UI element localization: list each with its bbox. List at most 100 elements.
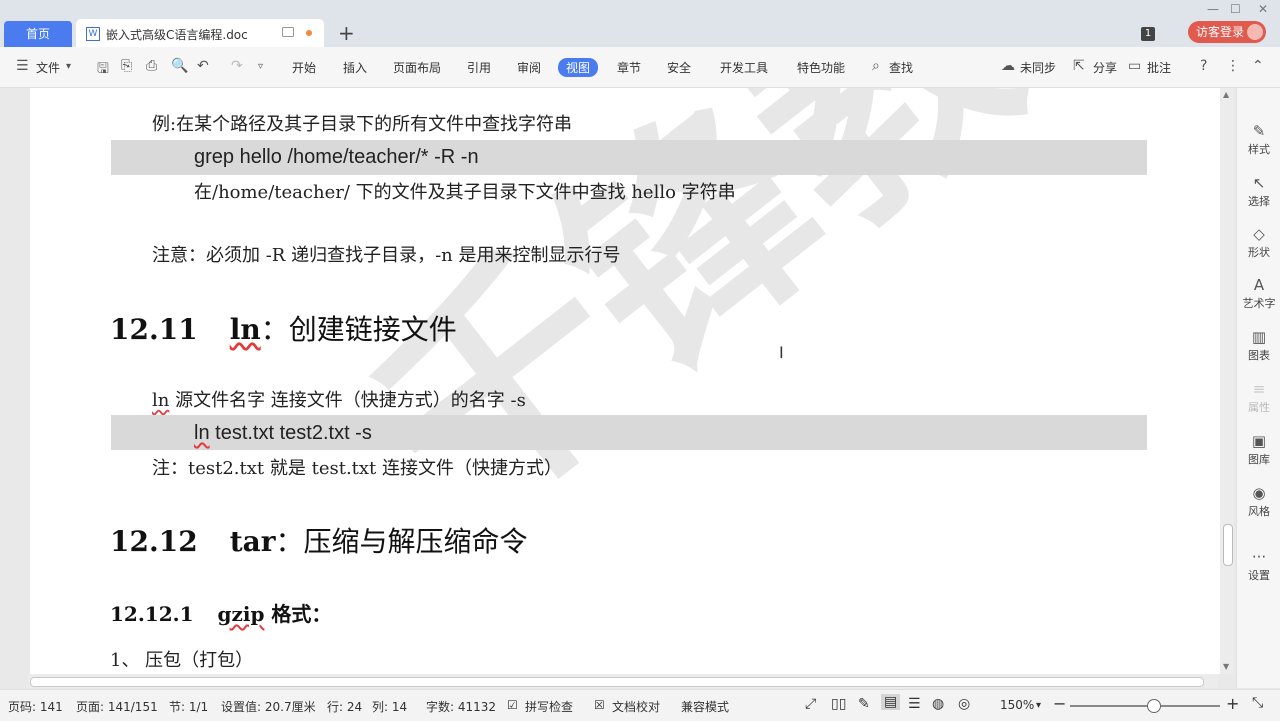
properties-icon: ≡ bbox=[1252, 380, 1266, 398]
scroll-up-icon[interactable]: ▲ bbox=[1223, 90, 1229, 99]
print-icon[interactable]: ⎙ bbox=[146, 58, 157, 74]
panel-settings[interactable]: ··· 设置 bbox=[1237, 548, 1280, 583]
page-count-badge[interactable]: 1 bbox=[1141, 27, 1155, 41]
share-button[interactable]: 分享 bbox=[1093, 59, 1117, 76]
read-mode-icon[interactable]: ▯▯ bbox=[831, 696, 846, 712]
outline-view-icon[interactable]: ☰ bbox=[908, 696, 921, 712]
status-spellcheck[interactable]: 拼写检查 bbox=[525, 698, 573, 715]
code-grep: grep hello /home/teacher/* -R -n bbox=[194, 146, 479, 168]
search-icon[interactable]: ⌕ bbox=[872, 58, 880, 74]
minimize-icon[interactable]: — bbox=[1207, 2, 1219, 16]
zoom-slider-knob[interactable] bbox=[1146, 699, 1161, 713]
monitor-icon[interactable] bbox=[282, 27, 294, 37]
ribbon-tab-view[interactable]: 视图 bbox=[558, 58, 599, 77]
status-page[interactable]: 页码: 141 bbox=[8, 698, 63, 715]
guest-login-button[interactable]: 访客登录 bbox=[1188, 21, 1266, 43]
document-page[interactable]: 千锋教 例:在某个路径及其子目录下的所有文件中查找字符串 grep hello … bbox=[30, 88, 1220, 674]
tab-home[interactable]: 首页 bbox=[4, 21, 72, 47]
share-icon[interactable]: ⇱ bbox=[1073, 58, 1085, 74]
panel-gallery[interactable]: ▣ 图库 bbox=[1237, 432, 1280, 467]
print-preview-icon[interactable]: 🔍 bbox=[171, 58, 188, 74]
panel-chart[interactable]: ▥ 图表 bbox=[1237, 328, 1280, 363]
eye-protect-icon[interactable]: ◎ bbox=[958, 696, 970, 712]
status-row[interactable]: 行: 24 bbox=[327, 698, 362, 715]
page-view-icon[interactable]: ▤ bbox=[881, 694, 901, 710]
cloud-icon[interactable]: ☁ bbox=[1001, 58, 1015, 74]
ribbon-tab-security[interactable]: 安全 bbox=[667, 59, 691, 76]
gallery-icon: ▣ bbox=[1251, 432, 1267, 450]
fit-page-icon[interactable]: ⤡ bbox=[1252, 695, 1263, 711]
maximize-icon[interactable]: ☐ bbox=[1230, 2, 1241, 16]
scroll-down-icon[interactable]: ▼ bbox=[1223, 662, 1229, 671]
save-icon[interactable]: 🖫 bbox=[97, 58, 109, 82]
ln-syntax-rest: 源文件名字 连接文件（快捷方式）的名字 -s bbox=[169, 390, 526, 411]
ribbon-tab-chapter[interactable]: 章节 bbox=[617, 59, 641, 76]
status-pages[interactable]: 页面: 141/151 bbox=[76, 698, 158, 715]
horizontal-scroll-thumb[interactable] bbox=[30, 677, 1204, 687]
redo-icon[interactable]: ↷ bbox=[231, 58, 243, 74]
panel-properties[interactable]: ≡ 属性 bbox=[1237, 380, 1280, 415]
export-icon[interactable]: ⎘ bbox=[121, 58, 132, 74]
code-ln-cmd: ln bbox=[194, 422, 210, 444]
zoom-slider[interactable] bbox=[1070, 699, 1220, 713]
panel-shape-label: 形状 bbox=[1248, 246, 1270, 259]
vertical-scroll-thumb[interactable] bbox=[1223, 524, 1233, 566]
help-icon[interactable]: ? bbox=[1200, 58, 1207, 74]
panel-select[interactable]: ↖ 选择 bbox=[1237, 174, 1280, 209]
menu-icon[interactable]: ☰ bbox=[16, 58, 29, 74]
status-section[interactable]: 节: 1/1 bbox=[169, 698, 208, 715]
ribbon-tab-start[interactable]: 开始 bbox=[292, 59, 316, 76]
document-area[interactable]: 千锋教 例:在某个路径及其子目录下的所有文件中查找字符串 grep hello … bbox=[0, 88, 1240, 674]
heading-12-12-cmd: tar bbox=[229, 525, 276, 558]
word-doc-icon: W bbox=[86, 27, 100, 41]
horizontal-scrollbar[interactable] bbox=[28, 674, 1218, 688]
zoom-chevron-icon[interactable]: ▾ bbox=[1036, 700, 1041, 711]
comment-icon[interactable]: ▭ bbox=[1128, 58, 1141, 74]
file-menu[interactable]: 文件 bbox=[36, 59, 60, 76]
heading-12-12-1: 12.12.1 gzip 格式： bbox=[110, 598, 331, 627]
code-ln: ln test.txt test2.txt -s bbox=[194, 422, 372, 445]
paragraph-grep-explain: 在/home/teacher/ 下的文件及其子目录下文件中查找 hello 字符… bbox=[194, 182, 736, 203]
more-chevron-icon[interactable]: ▿ bbox=[258, 61, 263, 72]
ribbon-tab-features[interactable]: 特色功能 bbox=[797, 59, 845, 76]
panel-theme[interactable]: ◉ 风格 bbox=[1237, 484, 1280, 519]
chevron-down-icon[interactable]: ▾ bbox=[66, 61, 71, 72]
new-tab-button[interactable]: + bbox=[338, 22, 355, 44]
more-dots-icon: ··· bbox=[1251, 548, 1267, 566]
text-cursor-icon: I bbox=[779, 343, 784, 362]
zoom-level[interactable]: 150% bbox=[1000, 698, 1034, 712]
collapse-ribbon-icon[interactable]: ⌃ bbox=[1252, 58, 1264, 74]
panel-shape[interactable]: ◇ 形状 bbox=[1237, 225, 1280, 260]
undo-icon[interactable]: ↶ bbox=[197, 58, 209, 74]
proof-icon[interactable]: ☒ bbox=[594, 698, 605, 712]
paragraph-ln-note: 注：test2.txt 就是 test.txt 连接文件（快捷方式） bbox=[152, 458, 563, 479]
status-proof[interactable]: 文档校对 bbox=[612, 698, 660, 715]
sync-button[interactable]: 未同步 bbox=[1020, 59, 1056, 76]
zoom-out-icon[interactable]: − bbox=[1053, 694, 1066, 713]
vertical-scrollbar[interactable]: ▲ ▼ bbox=[1220, 88, 1234, 674]
ribbon-tab-insert[interactable]: 插入 bbox=[343, 59, 367, 76]
ribbon-tab-layout[interactable]: 页面布局 bbox=[393, 59, 441, 76]
write-mode-icon[interactable]: ✎ bbox=[858, 696, 870, 712]
fullscreen-icon[interactable]: ⤢ bbox=[805, 696, 816, 712]
zoom-in-icon[interactable]: + bbox=[1226, 694, 1239, 713]
search-button[interactable]: 查找 bbox=[889, 59, 913, 76]
status-words[interactable]: 字数: 41132 bbox=[426, 698, 496, 715]
comment-button[interactable]: 批注 bbox=[1147, 59, 1171, 76]
panel-gallery-label: 图库 bbox=[1248, 453, 1270, 466]
status-col[interactable]: 列: 14 bbox=[372, 698, 407, 715]
tab-document[interactable]: W 嵌入式高级C语言编程.doc bbox=[76, 19, 324, 47]
panel-theme-label: 风格 bbox=[1248, 505, 1270, 518]
close-icon[interactable]: ✕ bbox=[1258, 2, 1268, 16]
theme-icon: ◉ bbox=[1252, 484, 1266, 502]
panel-wordart[interactable]: A 艺术字 bbox=[1237, 276, 1280, 311]
ribbon-tab-review[interactable]: 审阅 bbox=[517, 59, 541, 76]
more-icon[interactable]: ⋮ bbox=[1226, 58, 1240, 74]
web-view-icon[interactable]: ◍ bbox=[932, 696, 944, 712]
ribbon-tab-reference[interactable]: 引用 bbox=[467, 59, 491, 76]
panel-style[interactable]: ✎ 样式 bbox=[1237, 122, 1280, 157]
status-setting[interactable]: 设置值: 20.7厘米 bbox=[221, 698, 316, 715]
spellcheck-icon[interactable]: ☑ bbox=[507, 698, 518, 712]
ribbon-toolbar: ☰ 文件 ▾ 🖫 ⎘ ⎙ 🔍 ↶ ↷ ▿ 开始 插入 页面布局 引用 审阅 视图… bbox=[0, 47, 1280, 88]
ribbon-tab-devtools[interactable]: 开发工具 bbox=[720, 59, 768, 76]
